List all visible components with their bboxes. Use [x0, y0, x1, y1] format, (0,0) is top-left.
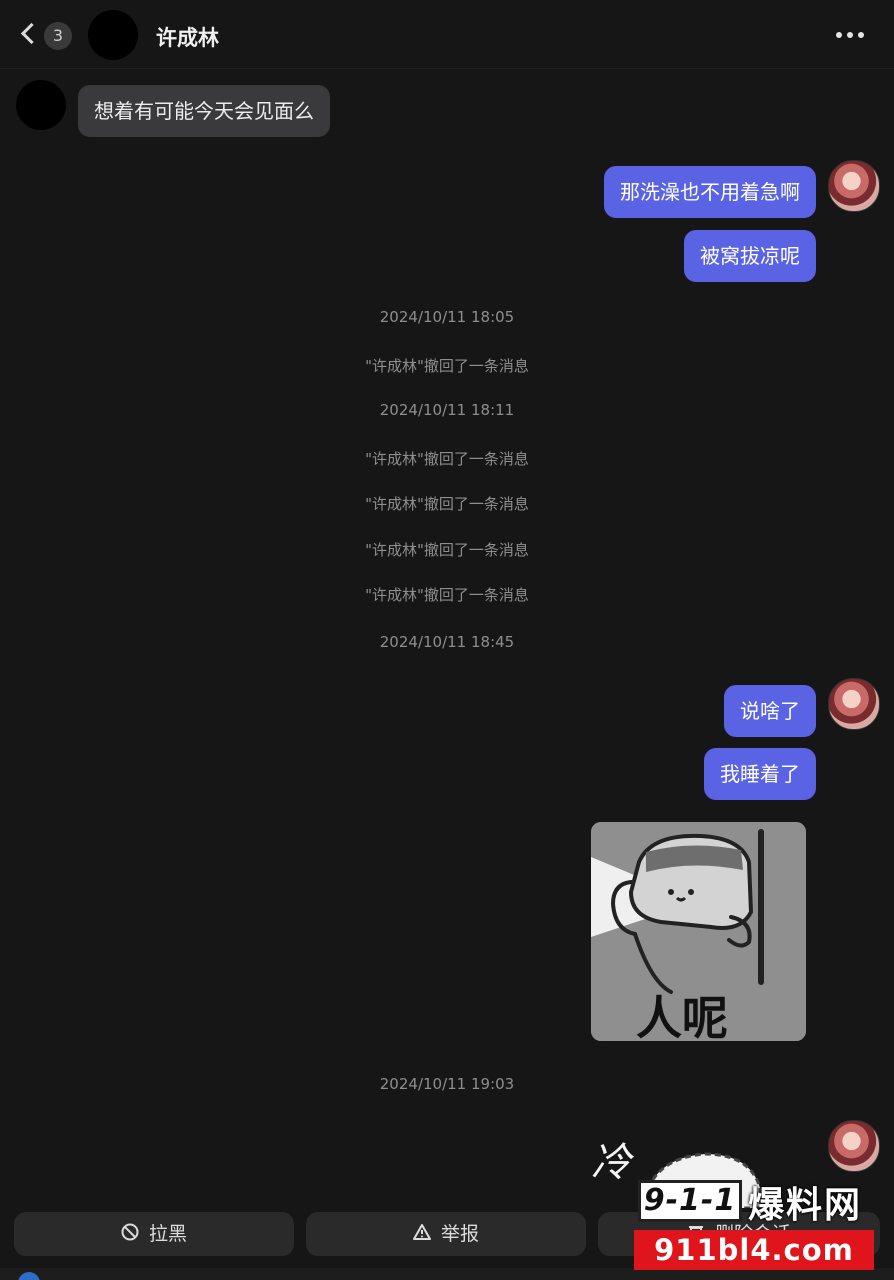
user-avatar[interactable] [828, 1120, 880, 1172]
unread-count-badge: 3 [44, 22, 72, 50]
watermark-number: 9-1-1 [638, 1180, 742, 1222]
message-bubble-outgoing[interactable]: 被窝拔凉呢 [684, 230, 816, 282]
block-circle-icon [121, 1213, 139, 1257]
user-avatar[interactable] [828, 678, 880, 730]
warning-triangle-icon [412, 1213, 431, 1257]
sticker-message[interactable]: 人呢 [591, 822, 806, 1041]
more-button[interactable] [836, 26, 876, 46]
watermark-top: 9-1-1 爆料网 [638, 1178, 878, 1226]
more-horizontal-icon [836, 26, 869, 45]
report-label: 举报 [440, 1223, 479, 1245]
block-label: 拉黑 [148, 1223, 187, 1245]
timestamp: 2024/10/11 18:05 [379, 308, 515, 326]
sticker-caption: 人呢 [636, 991, 728, 1041]
chat-header: 3 许成林 [0, 0, 894, 69]
recall-notice: "许成林"撤回了一条消息 [365, 541, 529, 559]
recall-notice: "许成林"撤回了一条消息 [365, 586, 529, 604]
timestamp: 2024/10/11 18:11 [379, 401, 515, 419]
watermark-brand: 爆料网 [748, 1185, 863, 1226]
block-button[interactable]: 拉黑 [14, 1212, 294, 1256]
timestamp: 2024/10/11 19:03 [379, 1075, 515, 1093]
message-bubble-outgoing[interactable]: 那洗澡也不用着急啊 [604, 166, 816, 218]
sticker-cat-image: 人呢 [591, 822, 806, 1041]
recall-notice: "许成林"撤回了一条消息 [365, 495, 529, 513]
contact-avatar-message[interactable] [16, 80, 66, 130]
report-button[interactable]: 举报 [306, 1212, 586, 1256]
chevron-left-icon [20, 22, 43, 45]
contact-name: 许成林 [156, 26, 219, 50]
chat-screen: 3 许成林 想着有可能今天会见面么 那洗澡也不用着急啊 被窝拔凉呢 2024/1… [0, 0, 894, 1280]
timestamp: 2024/10/11 18:45 [379, 633, 515, 651]
watermark-domain: 911bl4.com [634, 1230, 874, 1270]
sticker-partial-caption: 冷 [591, 1140, 635, 1186]
recall-notice: "许成林"撤回了一条消息 [365, 357, 529, 375]
recall-notice: "许成林"撤回了一条消息 [365, 450, 529, 468]
user-avatar[interactable] [828, 160, 880, 212]
message-bubble-outgoing[interactable]: 说啥了 [724, 685, 816, 737]
message-bubble-incoming[interactable]: 想着有可能今天会见面么 [78, 85, 330, 137]
contact-avatar[interactable] [88, 10, 138, 60]
back-button[interactable]: 3 [20, 18, 76, 54]
message-bubble-outgoing[interactable]: 我睡着了 [704, 748, 816, 800]
watermark-logo: 9-1-1 爆料网 911bl4.com [634, 1178, 880, 1274]
